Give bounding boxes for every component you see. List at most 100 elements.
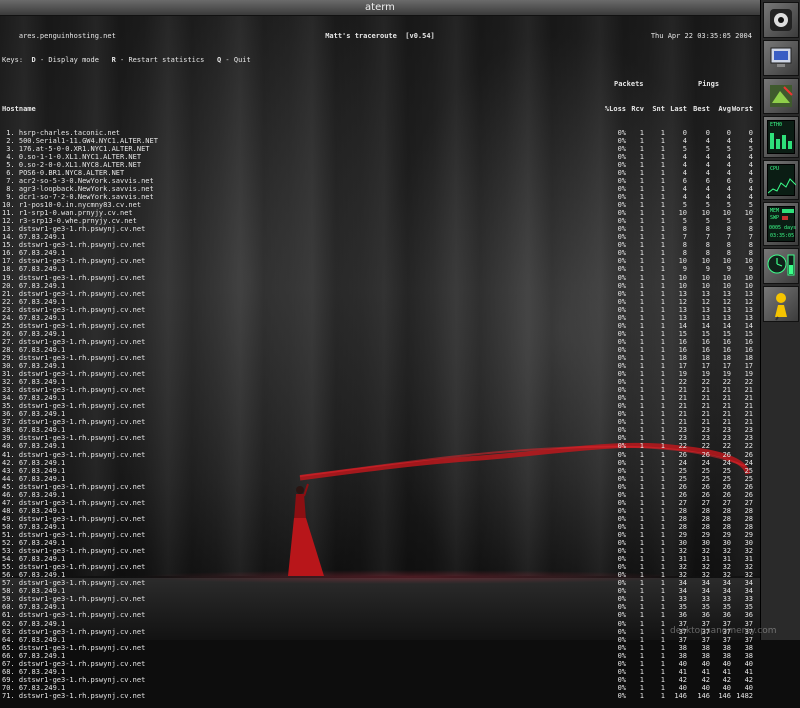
hop-hostname: 53. dstswr1-ge3-1.rh.pswynj.cv.net — [2, 547, 146, 556]
hop-worst: 12 — [744, 297, 753, 306]
hop-worst: 27 — [744, 498, 753, 507]
instant-messenger-icon[interactable] — [763, 286, 799, 322]
hop-hostname: 6. POS6-0.BR1.NYC8.ALTER.NET — [2, 168, 125, 177]
hop-row: 37. dstswr1-ge3-1.rh.pswynj.cv.net 0% 1 1 21… — [2, 418, 758, 426]
hop-hostname: 27. dstswr1-ge3-1.rh.pswynj.cv.net — [2, 337, 146, 346]
key-d-action: - Display mode — [35, 56, 99, 65]
hop-row: 30. 67.83.249.1 0% 1 1 17 17 17 17 — [2, 362, 758, 370]
hop-row: 52. 67.83.249.1 0% 1 1 30 30 30 30 — [2, 539, 758, 547]
hop-row: 34. 67.83.249.1 0% 1 1 21 21 21 21 — [2, 394, 758, 402]
hop-hostname: 4. 0.so-1-1-0.XL1.NYC1.ALTER.NET — [2, 152, 142, 161]
dock-panel: ETH0 CPU MEM SWP 0005 days 03:35:05 — [760, 0, 800, 640]
hop-row: 26. 67.83.249.1 0% 1 1 15 15 15 15 — [2, 330, 758, 338]
hop-row: 39. dstswr1-ge3-1.rh.pswynj.cv.net 0% 1 1 23… — [2, 434, 758, 442]
hop-hostname: 61. dstswr1-ge3-1.rh.pswynj.cv.net — [2, 611, 146, 620]
hop-hostname: 25. dstswr1-ge3-1.rh.pswynj.cv.net — [2, 321, 146, 330]
hop-worst: 18 — [744, 353, 753, 362]
hop-hostname: 56. 67.83.249.1 — [2, 571, 66, 580]
hop-row: 24. 67.83.249.1 0% 1 1 13 13 13 13 — [2, 314, 758, 322]
hop-hostname: 5. 0.so-2-0-0.XL1.NYC8.ALTER.NET — [2, 160, 142, 169]
clock-gauge-icon — [763, 248, 799, 284]
hop-hostname: 21. dstswr1-ge3-1.rh.pswynj.cv.net — [2, 289, 146, 298]
hop-hostname: 51. dstswr1-ge3-1.rh.pswynj.cv.net — [2, 531, 146, 539]
hop-hostname: 45. dstswr1-ge3-1.rh.pswynj.cv.net — [2, 482, 146, 491]
hop-hostname: 58. 67.83.249.1 — [2, 587, 66, 596]
hop-hostname: 2. 500.Serial1-11.GW4.NYC1.ALTER.NET — [2, 136, 158, 145]
hop-hostname: 70. 67.83.249.1 — [2, 683, 66, 692]
hop-worst: 1482 — [736, 691, 753, 700]
hop-hostname: 11. r1-srp1-0.wan.prnyjy.cv.net — [2, 209, 133, 218]
terminal-area[interactable]: ares.penguinhosting.net Matt's tracerout… — [2, 16, 758, 700]
hop-row: 20. 67.83.249.1 0% 1 1 10 10 10 10 — [2, 282, 758, 290]
hop-row: 1. hsrp-charles.taconic.net 0% 1 1 0 0 0 0 — [2, 129, 758, 137]
hop-hostname: 1. hsrp-charles.taconic.net — [2, 128, 121, 137]
hop-row: 32. 67.83.249.1 0% 1 1 22 22 22 22 — [2, 378, 758, 386]
hop-worst: 30 — [744, 539, 753, 548]
hop-row: 10. r1-pos10-0.in.nycmny83.cv.net 0% 1 1 5 5 5… — [2, 201, 758, 209]
hop-worst: 28 — [744, 522, 753, 531]
key-r-action: - Restart statistics — [115, 56, 205, 65]
hop-row: 61. dstswr1-ge3-1.rh.pswynj.cv.net 0% 1 1 36… — [2, 611, 758, 619]
window-titlebar[interactable]: aterm — [0, 0, 760, 16]
hop-worst: 32 — [744, 571, 753, 580]
cpu-meter-icon: CPU — [763, 160, 799, 200]
hop-row: 51. dstswr1-ge3-1.rh.pswynj.cv.net 0% 1 1 29… — [2, 531, 758, 539]
hop-row: 12. r3-srp13-0.whe.prnyjy.cv.net 0% 1 1 5 5 5 5 — [2, 217, 758, 225]
hop-hostname: 71. dstswr1-ge3-1.rh.pswynj.cv.net — [2, 691, 146, 700]
hop-worst: 6 — [748, 176, 753, 185]
monitor-icon[interactable] — [763, 40, 799, 76]
hop-list: 1. hsrp-charles.taconic.net 0% 1 1 0 0 0 0 2. 5… — [2, 129, 758, 700]
hop-row: 63. dstswr1-ge3-1.rh.pswynj.cv.net 0% 1 1 37… — [2, 628, 758, 636]
hop-worst: 26 — [744, 490, 753, 499]
hop-hostname: 48. 67.83.249.1 — [2, 506, 66, 515]
hop-worst: 28 — [744, 506, 753, 515]
col-worst: Worst — [731, 104, 753, 113]
hop-worst: 5 — [748, 201, 753, 210]
hop-worst: 10 — [744, 281, 753, 290]
hop-hostname: 68. 67.83.249.1 — [2, 667, 66, 676]
gimp-eye-icon[interactable] — [763, 2, 799, 38]
hop-worst: 0 — [748, 128, 753, 137]
hop-worst: 16 — [744, 345, 753, 354]
hop-row: 3. 176.at-5-0-0.XR1.NYC1.ALTER.NET 0% 1 1 5 5… — [2, 145, 758, 153]
hop-row: 11. r1-srp1-0.wan.prnyjy.cv.net 0% 1 1 10 10 1… — [2, 209, 758, 217]
hop-hostname: 3. 176.at-5-0-0.XR1.NYC1.ALTER.NET — [2, 144, 150, 153]
hop-hostname: 28. 67.83.249.1 — [2, 345, 66, 354]
hop-worst: 14 — [744, 321, 753, 330]
hop-worst: 21 — [744, 418, 753, 427]
hop-row: 42. 67.83.249.1 0% 1 1 24 24 24 24 — [2, 459, 758, 467]
hop-hostname: 18. 67.83.249.1 — [2, 265, 66, 274]
hop-row: 7. acr2-so-5-3-0.NewYork.savvis.net 0% 1 1 6… — [2, 177, 758, 185]
hop-row: 18. 67.83.249.1 0% 1 1 9 9 9 9 — [2, 265, 758, 273]
hop-worst: 7 — [748, 233, 753, 242]
hop-worst: 34 — [744, 579, 753, 588]
system-monitor-icon: ETH0 — [763, 116, 799, 158]
hop-worst: 24 — [744, 458, 753, 467]
hop-row: 2. 500.Serial1-11.GW4.NYC1.ALTER.NET 0% 1 1… — [2, 137, 758, 145]
hop-row: 65. dstswr1-ge3-1.rh.pswynj.cv.net 0% 1 1 38… — [2, 644, 758, 652]
hop-row: 54. 67.83.249.1 0% 1 1 31 31 31 31 — [2, 555, 758, 563]
hop-hostname: 14. 67.83.249.1 — [2, 233, 66, 242]
hop-row: 50. 67.83.249.1 0% 1 1 28 28 28 28 — [2, 523, 758, 531]
hop-row: 14. 67.83.249.1 0% 1 1 7 7 7 7 — [2, 233, 758, 241]
hop-hostname: 23. dstswr1-ge3-1.rh.pswynj.cv.net — [2, 305, 146, 314]
hop-hostname: 42. 67.83.249.1 — [2, 458, 66, 467]
hop-hostname: 10. r1-pos10-0.in.nycmny83.cv.net — [2, 201, 142, 210]
hop-row: 19. dstswr1-ge3-1.rh.pswynj.cv.net 0% 1 1 10… — [2, 274, 758, 282]
hop-hostname: 22. 67.83.249.1 — [2, 297, 66, 306]
hop-hostname: 55. dstswr1-ge3-1.rh.pswynj.cv.net — [2, 563, 146, 572]
hop-row: 25. dstswr1-ge3-1.rh.pswynj.cv.net 0% 1 1 14… — [2, 322, 758, 330]
hop-row: 16. 67.83.249.1 0% 1 1 8 8 8 8 — [2, 249, 758, 257]
column-group-line: Packets Pings — [2, 80, 758, 88]
key-q-action: - Quit — [221, 56, 251, 65]
hop-hostname: 31. dstswr1-ge3-1.rh.pswynj.cv.net — [2, 370, 146, 379]
hop-row: 71. dstswr1-ge3-1.rh.pswynj.cv.net 0% 1 1 14… — [2, 692, 758, 700]
hop-hostname: 60. 67.83.249.1 — [2, 603, 66, 612]
hop-row: 69. dstswr1-ge3-1.rh.pswynj.cv.net 0% 1 1 42… — [2, 676, 758, 684]
image-viewer-icon[interactable] — [763, 78, 799, 114]
hop-worst: 13 — [744, 305, 753, 314]
hop-row: 66. 67.83.249.1 0% 1 1 38 38 38 38 — [2, 652, 758, 660]
hop-row: 23. dstswr1-ge3-1.rh.pswynj.cv.net 0% 1 1 13… — [2, 306, 758, 314]
hop-row: 5. 0.so-2-0-0.XL1.NYC8.ALTER.NET 0% 1 1 4 4 4 4 — [2, 161, 758, 169]
hop-row: 15. dstswr1-ge3-1.rh.pswynj.cv.net 0% 1 1 8 8… — [2, 241, 758, 249]
